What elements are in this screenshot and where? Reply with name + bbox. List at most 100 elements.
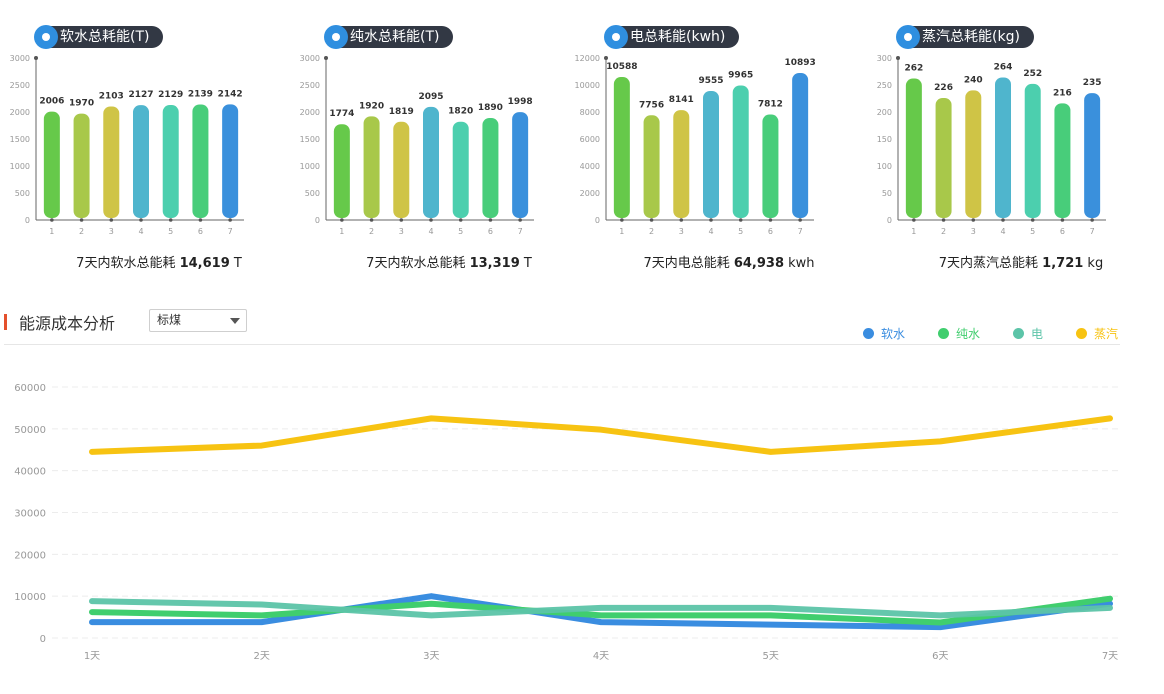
summary-total: 14,619 bbox=[179, 256, 230, 271]
bar-value-label: 9965 bbox=[728, 70, 753, 80]
y-tick-label: 500 bbox=[15, 189, 30, 198]
y-tick-label: 200 bbox=[877, 108, 892, 117]
bar-value-label: 2006 bbox=[39, 97, 64, 107]
legend-label: 电 bbox=[1030, 327, 1043, 341]
summary-unit: kwh bbox=[784, 256, 815, 271]
y-axis-cap bbox=[896, 56, 900, 60]
location-pin-icon bbox=[34, 25, 58, 49]
x-tick-dot bbox=[679, 218, 684, 222]
bar bbox=[512, 112, 529, 218]
x-tick-dot bbox=[798, 218, 802, 222]
x-tick-label: 5 bbox=[168, 227, 173, 236]
x-tick-label: 4 bbox=[138, 227, 143, 236]
bar bbox=[762, 114, 779, 218]
y-tick-label: 0 bbox=[887, 216, 892, 225]
legend-item[interactable]: 软水 bbox=[862, 325, 905, 342]
bar bbox=[703, 91, 719, 218]
x-tick-dot bbox=[488, 218, 493, 222]
x-tick-dot bbox=[738, 218, 743, 222]
bar-value-label: 2103 bbox=[99, 91, 124, 101]
x-tick-label: 5 bbox=[458, 227, 463, 236]
chevron-down-icon bbox=[230, 318, 240, 324]
bar bbox=[792, 72, 809, 218]
summary-unit: T bbox=[519, 256, 532, 271]
bar-value-label: 1998 bbox=[508, 97, 533, 107]
bar-value-label: 7812 bbox=[758, 100, 783, 110]
section-accent-bar bbox=[4, 314, 7, 330]
bar bbox=[965, 90, 982, 218]
y-tick-label: 12000 bbox=[575, 54, 600, 63]
bar-value-label: 1970 bbox=[69, 99, 94, 109]
y-tick-label: 0 bbox=[315, 216, 320, 225]
location-pin-icon bbox=[324, 25, 348, 49]
bar-card-4: 蒸汽总耗能(kg) 300 250 200 150 100 50 0 262 1 226 2 240 3 2… bbox=[877, 24, 1156, 274]
x-tick-dot bbox=[399, 218, 404, 222]
section-title: 能源成本分析 bbox=[4, 312, 115, 333]
legend-item[interactable]: 纯水 bbox=[937, 325, 980, 342]
x-tick-label: 2 bbox=[79, 227, 84, 236]
summary-total: 64,938 bbox=[733, 256, 785, 271]
bar-value-label: 1920 bbox=[359, 101, 384, 111]
x-tick-dot bbox=[228, 218, 232, 222]
x-tick-dot bbox=[941, 218, 946, 222]
summary-prefix: 7天内软水总能耗 bbox=[366, 256, 470, 271]
bar-card-1: 软水总耗能(T) 3000 2500 2000 1500 1000 500 0 2006 1 197… bbox=[10, 24, 294, 274]
y-tick-label: 1000 bbox=[300, 162, 320, 171]
card-title-text: 纯水总耗能(T) bbox=[350, 29, 440, 45]
x-tick-label: 5 bbox=[1030, 227, 1035, 236]
x-tick-label: 5 bbox=[738, 227, 743, 236]
y-axis-cap bbox=[604, 56, 608, 60]
bar-value-label: 226 bbox=[934, 83, 953, 93]
x-tick-dot bbox=[518, 218, 522, 222]
x-tick-label: 6天 bbox=[932, 651, 948, 662]
bar-value-label: 1890 bbox=[478, 103, 503, 113]
x-tick-dot bbox=[912, 218, 916, 222]
x-tick-dot bbox=[198, 218, 203, 222]
y-tick-label: 30000 bbox=[14, 509, 46, 520]
x-tick-label: 3 bbox=[399, 227, 404, 236]
card-summary: 7天内软水总能耗 13,319 T bbox=[314, 252, 584, 271]
bar-value-label: 10893 bbox=[784, 58, 815, 68]
y-axis-cap bbox=[34, 56, 38, 60]
bar bbox=[905, 78, 922, 218]
y-tick-label: 1500 bbox=[300, 135, 320, 144]
x-tick-dot bbox=[340, 218, 344, 222]
bar bbox=[995, 77, 1011, 218]
bar bbox=[673, 110, 690, 218]
bar bbox=[73, 113, 90, 218]
bar-value-label: 2129 bbox=[158, 90, 183, 100]
bar-value-label: 2139 bbox=[188, 89, 213, 99]
unit-select[interactable]: 标煤 bbox=[149, 309, 247, 332]
x-tick-label: 2天 bbox=[253, 651, 269, 662]
y-tick-label: 1000 bbox=[10, 162, 30, 171]
x-tick-dot bbox=[768, 218, 773, 222]
bar bbox=[43, 111, 60, 218]
x-tick-label: 5天 bbox=[762, 651, 778, 662]
bar-card-3: 电总耗能(kwh) 12000 10000 8000 6000 4000 2000 0 1058… bbox=[575, 24, 864, 274]
y-tick-label: 6000 bbox=[580, 135, 600, 144]
x-tick-dot bbox=[1001, 218, 1005, 222]
y-tick-label: 0 bbox=[595, 216, 600, 225]
x-tick-label: 3天 bbox=[423, 651, 439, 662]
bar-chart: 3000 2500 2000 1500 1000 500 0 1774 1 1920 2 1819 3 2… bbox=[300, 54, 534, 236]
legend-item[interactable]: 蒸汽 bbox=[1075, 325, 1118, 342]
x-tick-label: 3 bbox=[971, 227, 976, 236]
x-tick-dot bbox=[1060, 218, 1065, 222]
location-pin-icon bbox=[604, 25, 628, 49]
x-tick-dot bbox=[620, 218, 624, 222]
legend-dot-icon bbox=[937, 328, 949, 339]
bar-value-label: 1819 bbox=[389, 107, 414, 117]
series-line-4 bbox=[89, 415, 1113, 455]
section-divider bbox=[4, 344, 1120, 345]
legend-item[interactable]: 电 bbox=[1012, 325, 1043, 342]
x-tick-dot bbox=[1030, 218, 1035, 222]
bar-value-label: 2142 bbox=[218, 89, 243, 99]
y-axis-cap bbox=[324, 56, 328, 60]
bar bbox=[1024, 83, 1041, 218]
card-title-text: 蒸汽总耗能(kg) bbox=[922, 29, 1020, 45]
y-tick-label: 2500 bbox=[10, 81, 30, 90]
y-tick-label: 2000 bbox=[580, 189, 600, 198]
bar bbox=[333, 124, 350, 218]
x-tick-dot bbox=[168, 218, 173, 222]
y-tick-label: 10000 bbox=[14, 592, 46, 603]
